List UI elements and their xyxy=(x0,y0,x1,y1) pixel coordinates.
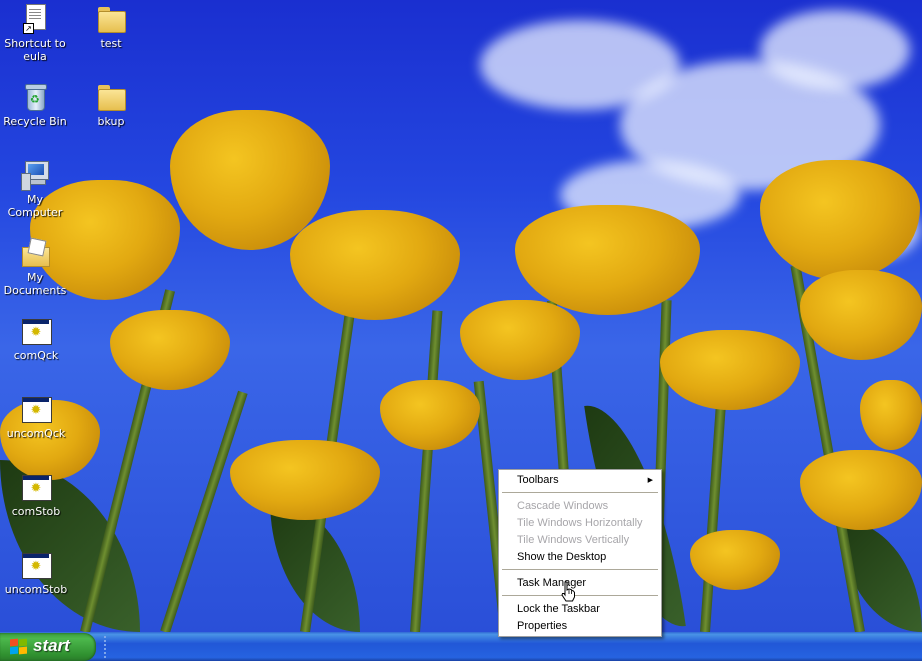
start-button[interactable]: start xyxy=(0,633,96,661)
desktop-icon-label: uncomStob xyxy=(4,583,68,596)
folder-icon xyxy=(95,81,127,113)
menu-item-toolbars[interactable]: Toolbars ▶ xyxy=(501,472,659,489)
desktop-icon-label: My Documents xyxy=(3,271,67,297)
desktop-icon-bkup[interactable]: bkup xyxy=(74,81,148,128)
desktop-icon-label: comQck xyxy=(13,349,59,362)
executable-icon: ✹ xyxy=(20,471,52,503)
desktop-icon-shortcut-eula[interactable]: ↗ Shortcut to eula xyxy=(0,3,72,63)
desktop-icon-recycle-bin[interactable]: ♻ Recycle Bin xyxy=(0,81,72,128)
menu-separator xyxy=(502,492,658,493)
desktop-icon-label: Recycle Bin xyxy=(3,115,67,128)
desktop-icon-label: bkup xyxy=(97,115,125,128)
executable-icon: ✹ xyxy=(20,393,52,425)
desktop-icon-my-documents[interactable]: My Documents xyxy=(0,237,72,297)
folder-icon xyxy=(95,3,127,35)
desktop-icon-label: My Computer xyxy=(7,193,63,219)
start-label: start xyxy=(33,636,70,655)
taskbar-context-menu: Toolbars ▶ Cascade Windows Tile Windows … xyxy=(498,469,662,637)
desktop-icon-label: Shortcut to eula xyxy=(4,37,66,63)
menu-item-tile-vertically[interactable]: Tile Windows Vertically xyxy=(501,532,659,549)
menu-item-properties[interactable]: Properties xyxy=(501,618,659,635)
hand-cursor-icon xyxy=(561,581,575,602)
desktop-icon-label: uncomQck xyxy=(6,427,66,440)
recycle-bin-icon: ♻ xyxy=(19,81,51,113)
desktop-icon-test[interactable]: test xyxy=(74,3,148,50)
menu-separator xyxy=(502,569,658,570)
menu-item-lock-taskbar[interactable]: Lock the Taskbar xyxy=(501,601,659,618)
desktop[interactable]: ↗ Shortcut to eula test ♻ Recycle Bin bk… xyxy=(0,0,922,632)
submenu-arrow-icon: ▶ xyxy=(647,477,653,484)
my-documents-icon xyxy=(19,237,51,269)
menu-item-task-manager[interactable]: Task Manager xyxy=(501,575,659,592)
computer-icon xyxy=(19,159,51,191)
windows-logo-icon xyxy=(10,638,28,655)
desktop-icon-comstob[interactable]: ✹ comStob xyxy=(0,471,73,518)
desktop-icon-my-computer[interactable]: My Computer xyxy=(0,159,72,219)
taskbar[interactable]: start xyxy=(0,632,922,661)
desktop-icon-comqck[interactable]: ✹ comQck xyxy=(0,315,73,362)
document-shortcut-icon: ↗ xyxy=(19,3,51,35)
taskbar-grip-handle[interactable] xyxy=(104,636,108,658)
menu-separator xyxy=(502,595,658,596)
menu-item-label: Toolbars xyxy=(517,474,559,486)
desktop-icon-label: comStob xyxy=(11,505,61,518)
menu-item-tile-horizontally[interactable]: Tile Windows Horizontally xyxy=(501,515,659,532)
desktop-icon-label: test xyxy=(100,37,122,50)
desktop-icon-uncomstob[interactable]: ✹ uncomStob xyxy=(0,549,73,596)
menu-item-cascade-windows[interactable]: Cascade Windows xyxy=(501,498,659,515)
desktop-icon-uncomqck[interactable]: ✹ uncomQck xyxy=(0,393,73,440)
menu-item-show-desktop[interactable]: Show the Desktop xyxy=(501,549,659,566)
executable-icon: ✹ xyxy=(20,549,52,581)
executable-icon: ✹ xyxy=(20,315,52,347)
